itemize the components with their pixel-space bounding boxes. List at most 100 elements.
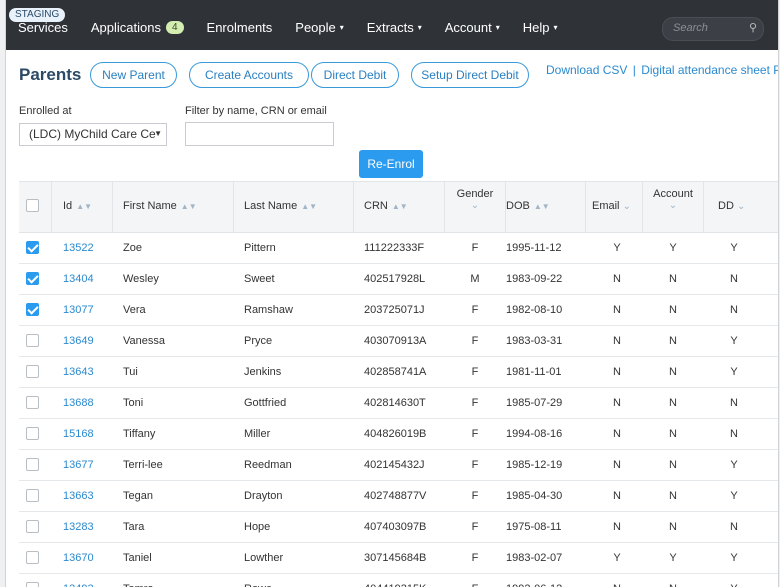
app-frame: STAGING Services Applications 4 Enrolments P… (5, 0, 779, 587)
first-name-cell: Zoe (123, 242, 142, 254)
chevron-down-icon: ⌄ (622, 201, 631, 212)
dd-cell: Y (714, 583, 754, 587)
search-box[interactable]: ⚲ (662, 17, 764, 41)
gender-cell: M (470, 273, 480, 285)
row-checkbox[interactable] (26, 551, 39, 564)
re-enrol-button[interactable]: Re-Enrol (359, 150, 423, 178)
search-icon[interactable]: ⚲ (749, 21, 757, 34)
parent-id-link[interactable]: 13077 (63, 304, 94, 316)
last-name-cell: Reedman (244, 459, 292, 471)
parent-id-link[interactable]: 13649 (63, 335, 94, 347)
parent-id-link[interactable]: 15168 (63, 428, 94, 440)
dd-cell: Y (730, 366, 738, 378)
header-divider (703, 182, 704, 232)
first-name-cell: Tamra (123, 583, 154, 587)
header-id[interactable]: Id ▲▼ (63, 200, 92, 212)
header-divider (642, 182, 643, 232)
crn-cell: 404419315K (364, 583, 426, 587)
row-checkbox[interactable] (26, 427, 39, 440)
header-crn[interactable]: CRN ▲▼ (364, 200, 408, 212)
row-checkbox[interactable] (26, 489, 39, 502)
header-account[interactable]: Account ⌄ (644, 188, 702, 211)
table-row: 13677 Terri-lee Reedman 402145432J F 1985-12-… (19, 450, 778, 481)
first-name-cell: Tui (123, 366, 138, 378)
row-checkbox[interactable] (26, 396, 39, 409)
enrolled-at-select[interactable]: (LDC) MyChild Care Ce ▼ (19, 123, 167, 146)
first-name-cell: Vanessa (123, 335, 165, 347)
dd-cell: N (730, 428, 738, 440)
parents-table: Id ▲▼ First Name ▲▼ Last Name ▲▼ CRN ▲▼ Gend… (19, 181, 778, 587)
parent-id-link[interactable]: 13663 (63, 490, 94, 502)
create-accounts-button[interactable]: Create Accounts (189, 62, 309, 88)
attendance-pins-link[interactable]: Digital attendance sheet PINs (641, 63, 778, 77)
account-cell: N (669, 397, 677, 409)
nav-item-label: Help (522, 20, 550, 35)
parent-id-link[interactable]: 13643 (63, 366, 94, 378)
row-checkbox[interactable] (26, 303, 39, 316)
account-cell: N (669, 428, 677, 440)
gender-cell: F (471, 490, 479, 502)
parent-id-link[interactable]: 13677 (63, 459, 94, 471)
dd-cell: Y (730, 335, 738, 347)
export-links: Download CSV | Digital attendance sheet … (546, 63, 778, 77)
row-checkbox[interactable] (26, 241, 39, 254)
header-email[interactable]: Email ⌄ (592, 200, 631, 212)
dd-cell: Y (730, 242, 738, 254)
first-name-cell: Toni (123, 397, 144, 409)
row-checkbox[interactable] (26, 334, 39, 347)
nav-item-services[interactable]: Services (18, 20, 68, 35)
account-cell: Y (669, 242, 677, 254)
table-row: 13688 Toni Gottfried 402814630T F 1985-07-29 N… (19, 388, 778, 419)
header-dob[interactable]: DOB ▲▼ (506, 200, 550, 212)
parent-id-link[interactable]: 13522 (63, 242, 94, 254)
parent-id-link[interactable]: 13404 (63, 273, 94, 285)
select-all-checkbox[interactable] (26, 199, 39, 212)
crn-cell: 402814630T (364, 397, 426, 409)
nav-item-people[interactable]: People ▾ (295, 20, 344, 35)
last-name-cell: Pittern (244, 242, 276, 254)
crn-cell: 404826019B (364, 428, 427, 440)
row-checkbox[interactable] (26, 582, 39, 587)
account-cell: N (669, 366, 677, 378)
nav-item-applications[interactable]: Applications 4 (91, 20, 184, 35)
dob-cell: 1983-03-31 (506, 335, 563, 347)
nav-item-help[interactable]: Help ▾ (523, 20, 558, 35)
header-divider (444, 182, 445, 232)
crn-cell: 307145684B (364, 552, 427, 564)
dob-cell: 1981-11-01 (506, 366, 562, 378)
gender-cell: F (471, 521, 479, 533)
parent-id-link[interactable]: 13688 (63, 397, 94, 409)
header-first-name[interactable]: First Name ▲▼ (123, 200, 197, 212)
parent-id-link[interactable]: 13670 (63, 552, 94, 564)
filter-input[interactable] (185, 122, 334, 146)
parent-id-link[interactable]: 13283 (63, 521, 94, 533)
dob-cell: 1975-08-11 (506, 521, 562, 533)
last-name-cell: Sweet (244, 273, 275, 285)
row-checkbox[interactable] (26, 520, 39, 533)
enrolled-at-label: Enrolled at (19, 105, 72, 117)
last-name-cell: Miller (244, 428, 271, 440)
last-name-cell: Ramshaw (244, 304, 293, 316)
row-checkbox[interactable] (26, 272, 39, 285)
nav-item-account[interactable]: Account ▾ (445, 20, 500, 35)
header-last-name[interactable]: Last Name ▲▼ (244, 200, 317, 212)
first-name-cell: Wesley (123, 273, 159, 285)
setup-direct-debit-button[interactable]: Setup Direct Debit (411, 62, 529, 88)
search-input[interactable] (671, 21, 745, 35)
row-checkbox[interactable] (26, 458, 39, 471)
email-cell: N (613, 366, 621, 378)
row-checkbox[interactable] (26, 365, 39, 378)
header-gender[interactable]: Gender ⌄ (446, 188, 504, 211)
nav-item-extracts[interactable]: Extracts ▾ (367, 20, 422, 35)
enrolled-at-value: (LDC) MyChild Care Ce (29, 127, 156, 141)
table-row: 13522 Zoe Pittern 111222333F F 1995-11-12 Y Y Y (19, 233, 778, 264)
new-parent-button[interactable]: New Parent (90, 62, 177, 88)
caret-down-icon: ▾ (553, 23, 558, 32)
email-cell: N (613, 459, 621, 471)
header-dd[interactable]: DD ⌄ (718, 200, 745, 212)
dob-cell: 1985-12-19 (506, 459, 563, 471)
parent-id-link[interactable]: 13493 (63, 583, 94, 587)
download-csv-link[interactable]: Download CSV (546, 63, 627, 77)
nav-item-enrolments[interactable]: Enrolments (207, 20, 273, 35)
direct-debit-button[interactable]: Direct Debit (311, 62, 399, 88)
